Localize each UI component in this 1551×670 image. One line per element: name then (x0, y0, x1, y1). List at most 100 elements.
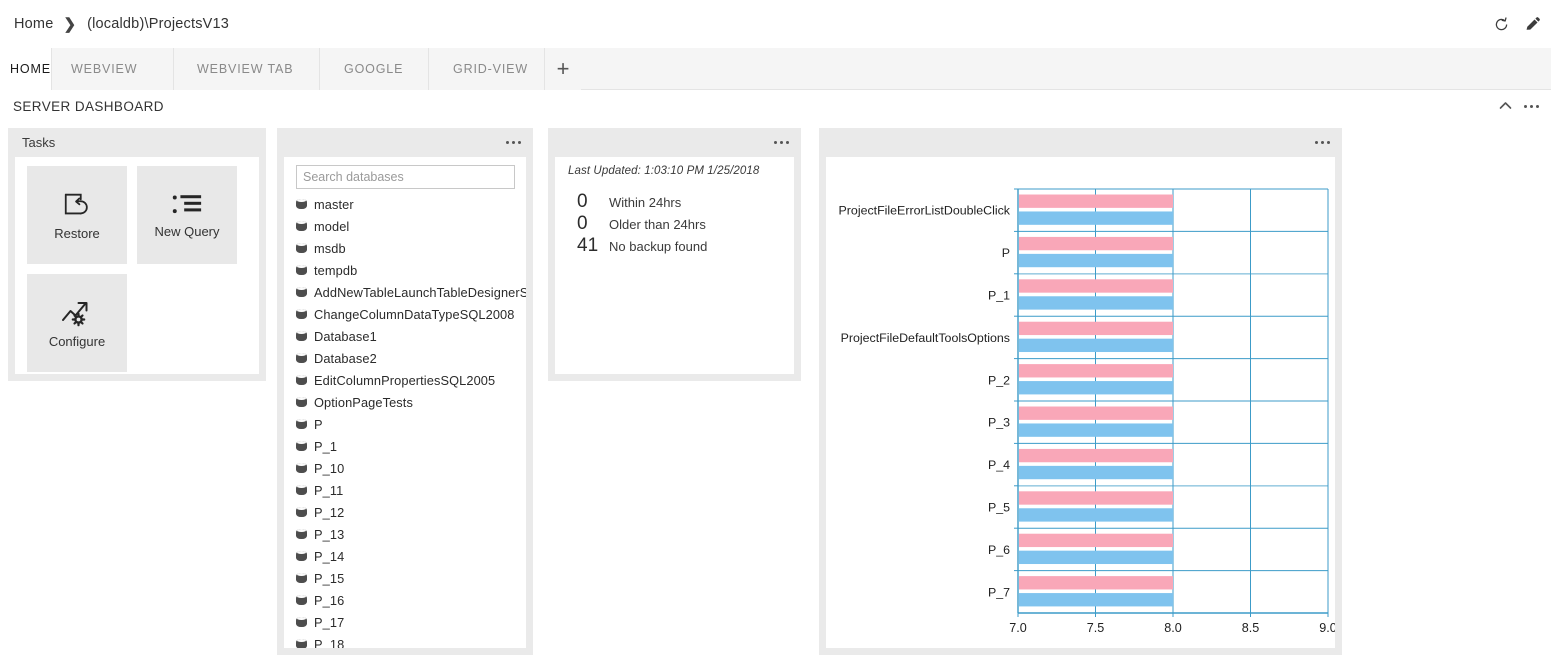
search-input[interactable] (296, 165, 515, 189)
chart-y-tick-label: P_4 (988, 458, 1010, 472)
chart-bar-pink (1019, 533, 1173, 548)
add-tab-button[interactable]: + (545, 48, 581, 90)
chart-y-tick-label: P_3 (988, 416, 1010, 430)
list-item[interactable]: msdb (296, 237, 526, 259)
databases-panel-menu-icon[interactable] (506, 141, 521, 144)
breadcrumb-actions (1493, 0, 1541, 48)
backup-stat-value: 41 (577, 235, 599, 256)
list-item[interactable]: P_1 (296, 435, 526, 457)
list-item[interactable]: P_12 (296, 501, 526, 523)
chart-bar-pink (1019, 236, 1173, 251)
tasks-panel-body: Restore New Query Configure (15, 157, 259, 374)
list-item[interactable]: P_15 (296, 567, 526, 589)
database-icon (296, 374, 307, 386)
tab-bar: HOME WEBVIEW WEBVIEW TAB GOOGLE GRID-VIE… (0, 48, 1551, 90)
chart-panel-header (819, 128, 1342, 157)
database-name: P_11 (314, 482, 344, 498)
chevron-up-icon[interactable] (1499, 100, 1512, 112)
chart-y-tick-label: P_1 (988, 289, 1010, 303)
chart-y-tick-label: ProjectFileErrorListDoubleClick (839, 204, 1011, 218)
list-item[interactable]: P (296, 413, 526, 435)
database-name: P_17 (314, 614, 345, 630)
tasks-panel-title: Tasks (22, 135, 56, 150)
list-item[interactable]: OptionPageTests (296, 391, 526, 413)
tab-webview[interactable]: WEBVIEW (52, 48, 174, 90)
configure-icon (60, 298, 94, 328)
chart-bar-blue (1019, 465, 1173, 480)
list-item[interactable]: P_16 (296, 589, 526, 611)
refresh-icon[interactable] (1493, 16, 1510, 33)
list-item[interactable]: Database2 (296, 347, 526, 369)
configure-task-tile[interactable]: Configure (27, 274, 127, 372)
database-name: P_13 (314, 526, 345, 542)
list-item[interactable]: model (296, 215, 526, 237)
chart-bar-pink (1019, 279, 1173, 293)
list-item[interactable]: Database1 (296, 325, 526, 347)
chart-y-tick-label: P_7 (988, 585, 1010, 599)
list-item[interactable]: P_10 (296, 457, 526, 479)
database-icon (296, 506, 307, 518)
database-icon (296, 528, 307, 540)
chart-y-tick-label: P_6 (988, 543, 1010, 557)
new-query-icon (171, 192, 203, 218)
chart-y-tick-label: ProjectFileDefaultToolsOptions (841, 331, 1010, 345)
list-item[interactable]: P_18 (296, 633, 526, 648)
list-item[interactable]: master (296, 193, 526, 215)
chart-x-tick-label: 7.0 (1009, 621, 1027, 635)
list-item[interactable]: AddNewTableLaunchTableDesignerS (296, 281, 526, 303)
database-icon (296, 638, 307, 648)
tab-bar-filler (581, 48, 1551, 89)
dashboard-menu-icon[interactable] (1524, 104, 1539, 108)
tasks-panel: Tasks Restore New Query Configure (8, 128, 266, 381)
chart-x-tick-label: 8.5 (1242, 621, 1260, 635)
database-icon (296, 572, 307, 584)
database-list: master model msdb tempdb AddNewTableLaunchTa… (284, 193, 526, 648)
backup-panel-menu-icon[interactable] (774, 141, 789, 144)
tab-grid-view[interactable]: GRID-VIEW (429, 48, 545, 90)
bar-chart: ProjectFileErrorListDoubleClick P P_1 Proje… (839, 188, 1335, 635)
list-item[interactable]: P_13 (296, 523, 526, 545)
breadcrumb-current[interactable]: (localdb)\ProjectsV13 (87, 16, 229, 32)
chart-bar-pink (1019, 448, 1173, 463)
chart-panel-body: ProjectFileErrorListDoubleClick P P_1 Proje… (826, 157, 1335, 648)
tab-webview-tab[interactable]: WEBVIEW TAB (174, 48, 320, 90)
database-name: model (314, 218, 350, 234)
dashboard-title-row: SERVER DASHBOARD (0, 90, 1551, 122)
pencil-icon[interactable] (1524, 16, 1541, 33)
breadcrumb-home[interactable]: Home (14, 16, 53, 32)
chart-panel-menu-icon[interactable] (1315, 141, 1330, 144)
list-item[interactable]: P_17 (296, 611, 526, 633)
chevron-right-icon: ❯ (63, 15, 77, 33)
search-wrap (284, 165, 526, 189)
list-item[interactable]: EditColumnPropertiesSQL2005 (296, 369, 526, 391)
tab-home[interactable]: HOME (0, 48, 52, 90)
chart-bar-pink (1019, 491, 1173, 505)
database-icon (296, 220, 307, 232)
chart-bar-pink (1019, 194, 1173, 208)
list-item[interactable]: P_14 (296, 545, 526, 567)
chart-panel: ProjectFileErrorListDoubleClick P P_1 Proje… (819, 128, 1342, 655)
tab-google[interactable]: GOOGLE (320, 48, 429, 90)
database-icon (296, 396, 307, 408)
backup-stat-row: 0 Within 24hrs (577, 191, 794, 213)
list-item[interactable]: ChangeColumnDataTypeSQL2008 (296, 303, 526, 325)
database-name: P_1 (314, 438, 338, 454)
breadcrumb-bar: Home ❯ (localdb)\ProjectsV13 (0, 0, 1551, 48)
database-name: AddNewTableLaunchTableDesignerS (314, 284, 526, 300)
new-query-task-tile[interactable]: New Query (137, 166, 237, 264)
chart-bar-pink (1019, 406, 1173, 420)
restore-icon (61, 190, 93, 220)
database-icon (296, 308, 307, 320)
list-item[interactable]: tempdb (296, 259, 526, 281)
database-icon (296, 440, 307, 452)
restore-task-label: Restore (54, 225, 100, 241)
database-name: P (314, 416, 323, 432)
databases-panel-header (277, 128, 533, 157)
database-icon (296, 242, 307, 254)
databases-panel: master model msdb tempdb AddNewTableLaunchTa… (277, 128, 533, 655)
restore-task-tile[interactable]: Restore (27, 166, 127, 264)
database-icon (296, 198, 307, 210)
database-icon (296, 616, 307, 628)
database-name: Database2 (314, 350, 377, 366)
list-item[interactable]: P_11 (296, 479, 526, 501)
